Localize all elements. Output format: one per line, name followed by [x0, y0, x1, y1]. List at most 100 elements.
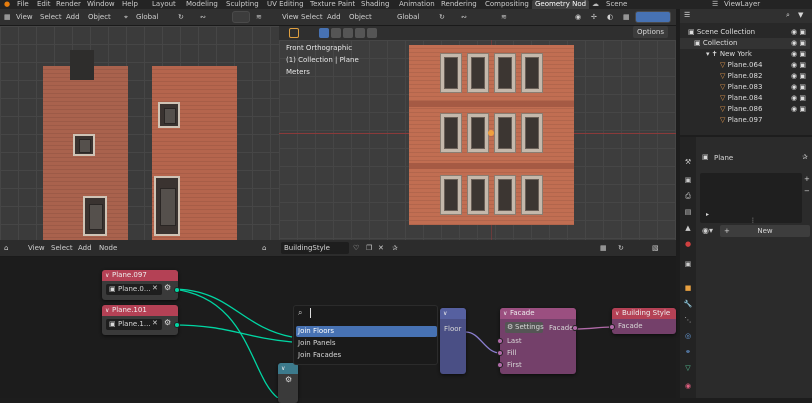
editor-type-icon[interactable]: ▦ [4, 9, 11, 26]
gear-icon[interactable]: ⚙ [164, 283, 171, 292]
data-icon[interactable]: ▽ [683, 363, 693, 373]
last-input-socket[interactable] [497, 338, 503, 344]
add-slot-button[interactable]: + [804, 175, 810, 183]
world-icon[interactable]: ● [683, 239, 693, 249]
facade-node[interactable]: Facade ⚙ Settings Facade Last Fill First [497, 308, 578, 374]
select-box-tool-icon[interactable] [289, 28, 299, 38]
eye-icon[interactable]: ◉ ▣ [791, 27, 811, 38]
filter-icon[interactable]: ▼ [798, 11, 803, 19]
node-tree-type-icon[interactable]: ⌂ [262, 240, 266, 257]
search-result-join-panels[interactable]: Join Panels [296, 338, 437, 349]
shading-mode-buttons[interactable] [635, 11, 671, 23]
building-style-node[interactable]: Building Style Facade [609, 308, 676, 334]
geometry-output-socket[interactable] [174, 287, 180, 293]
list-grip-icon[interactable]: ⋮ [750, 217, 756, 224]
pin-icon[interactable]: ✰ [802, 153, 808, 161]
select-mode-invert-icon[interactable] [355, 28, 365, 38]
menu-node[interactable]: Node [99, 240, 117, 257]
visibility-icon[interactable]: ◉ [575, 9, 581, 26]
menu-select[interactable]: Select [51, 240, 73, 257]
menu-help[interactable]: Help [122, 0, 138, 9]
constraints-icon[interactable]: ⚭ [683, 347, 693, 357]
menu-window[interactable]: Window [87, 0, 115, 9]
object-icon[interactable]: ■ [683, 283, 693, 293]
eye-icon[interactable]: ◉ ▣ [791, 49, 811, 60]
search-icon[interactable]: ⌕ [786, 11, 790, 20]
search-result-join-facades[interactable]: Join Facades [296, 350, 437, 361]
search-result-join-floors[interactable]: Join Floors [296, 326, 437, 337]
overlay-icon[interactable]: ◐ [607, 9, 613, 26]
proportional-edit-icon[interactable]: ∾ [461, 9, 467, 26]
menu-object[interactable]: Object [349, 9, 372, 26]
snap-icon[interactable]: ▦ [600, 240, 607, 257]
falloff-icon[interactable]: ≋ [256, 9, 262, 26]
eye-icon[interactable]: ◉ ▣ [791, 104, 811, 115]
render-icon[interactable]: ▣ [683, 175, 693, 185]
snap-icon[interactable]: ↻ [439, 9, 445, 26]
eye-icon[interactable]: ◉ ▣ [791, 93, 811, 104]
eye-icon[interactable]: ◉ ▣ [791, 82, 811, 93]
workspace-tab-modeling[interactable]: Modeling [186, 0, 218, 9]
menu-add[interactable]: Add [78, 240, 92, 257]
snap-icon[interactable]: ↻ [178, 9, 184, 26]
backdrop-icon[interactable]: ▧ [652, 240, 659, 257]
proportional-edit-icon[interactable]: ∾ [200, 9, 206, 26]
menu-object[interactable]: Object [88, 9, 111, 26]
fill-input-socket[interactable] [497, 350, 503, 356]
facade-input-socket[interactable] [609, 324, 615, 330]
workspace-tab-layout[interactable]: Layout [152, 0, 176, 9]
options-dropdown[interactable]: Options [633, 26, 669, 38]
output-icon[interactable]: ⎙ [683, 191, 693, 201]
scene-icon[interactable]: ▲ [683, 223, 693, 233]
blender-logo-icon[interactable]: ● [4, 0, 10, 9]
node-tree-name-field[interactable]: BuildingStyle [281, 242, 349, 254]
modifier-icon[interactable]: 🔧 [683, 299, 693, 309]
node-editor-canvas[interactable]: Plane.097 ▣ Plane.0... ✕ ⚙ Plane.101 ▣ P… [0, 257, 676, 403]
menu-file[interactable]: File [17, 0, 29, 9]
close-icon[interactable]: ✕ [152, 319, 158, 327]
remove-slot-button[interactable]: − [804, 187, 810, 195]
right-viewport-canvas[interactable]: Front Orthographic (1) Collection | Plan… [279, 26, 676, 240]
editor-type-icon[interactable]: ☰ [684, 11, 690, 19]
workspace-tab-geometry-nodes[interactable]: Geometry Nod [532, 0, 590, 9]
select-mode-intersect-icon[interactable] [367, 28, 377, 38]
menu-select[interactable]: Select [301, 9, 323, 26]
workspace-tab-sculpting[interactable]: Sculpting [226, 0, 259, 9]
scene-selector[interactable]: Scene [606, 0, 627, 9]
close-icon[interactable]: ✕ [378, 240, 384, 257]
menu-edit[interactable]: Edit [37, 0, 51, 9]
menu-view[interactable]: View [16, 9, 33, 26]
physics-icon[interactable]: ◎ [683, 331, 693, 341]
snap-toggle[interactable] [232, 11, 250, 23]
menu-add[interactable]: Add [66, 9, 80, 26]
gear-icon[interactable]: ⚙ [285, 375, 292, 384]
falloff-icon[interactable]: ≋ [501, 9, 507, 26]
tool-icon[interactable]: ⚒ [683, 157, 693, 167]
object-info-node-plane097[interactable]: Plane.097 ▣ Plane.0... ✕ ⚙ [102, 270, 180, 300]
select-mode-subtract-icon[interactable] [343, 28, 353, 38]
transform-orientation-dropdown[interactable]: Global [136, 9, 158, 26]
gear-icon[interactable]: ⚙ [164, 318, 171, 327]
workspace-tab-uv-editing[interactable]: UV Editing [267, 0, 304, 9]
fake-user-icon[interactable]: ♡ [353, 240, 359, 257]
xray-icon[interactable]: ▦ [623, 9, 630, 26]
first-input-socket[interactable] [497, 362, 503, 368]
collection-icon[interactable]: ▣ [683, 259, 693, 269]
select-mode-extend-icon[interactable] [331, 28, 341, 38]
pin-icon[interactable]: ✰ [392, 240, 398, 257]
editor-type-icon[interactable]: ⌂ [4, 240, 8, 257]
geometry-output-socket[interactable] [174, 322, 180, 328]
eye-icon[interactable]: ◉ ▣ [791, 60, 811, 71]
workspace-tab-texture-paint[interactable]: Texture Paint [310, 0, 355, 9]
view-layer-icon[interactable]: ▤ [683, 207, 693, 217]
particles-icon[interactable]: ⋱ [683, 315, 693, 325]
material-slot-list[interactable] [700, 173, 802, 223]
transform-orientation-dropdown[interactable]: Global [397, 9, 419, 26]
menu-render[interactable]: Render [56, 0, 81, 9]
group-node-partial[interactable]: ⚙ [278, 363, 298, 403]
material-browse-button[interactable]: ◉▾ [702, 225, 720, 237]
close-icon[interactable]: ✕ [152, 284, 158, 292]
object-info-node-plane101[interactable]: Plane.101 ▣ Plane.1... ✕ ⚙ [102, 305, 180, 335]
select-mode-icon[interactable] [319, 28, 329, 38]
workspace-tab-rendering[interactable]: Rendering [441, 0, 477, 9]
